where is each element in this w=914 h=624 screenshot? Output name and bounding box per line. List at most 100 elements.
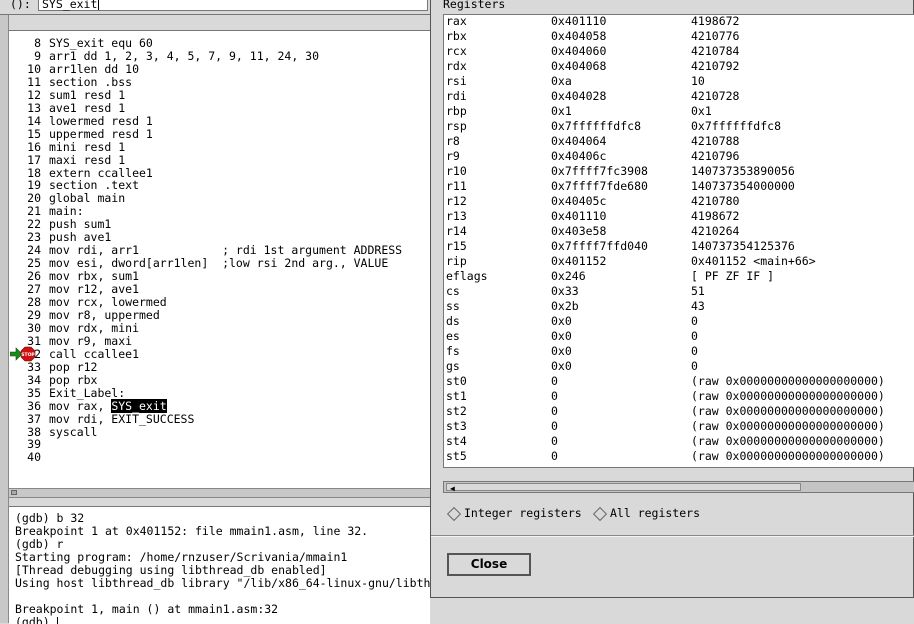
register-row[interactable]: st3 0 (raw 0x00000000000000000000) — [444, 419, 914, 434]
register-natural-value: 4210728 — [691, 89, 740, 103]
register-row[interactable]: rax 0x401110 4198672 — [444, 15, 914, 29]
register-row[interactable]: r11 0x7ffff7fde680 140737354000000 — [444, 179, 914, 194]
register-natural-value: [ PF ZF IF ] — [691, 269, 775, 283]
register-row[interactable]: rsp 0x7ffffffdfc8 0x7ffffffdfc8 — [444, 119, 914, 134]
register-name: ds — [446, 314, 460, 328]
source-code-text: Exit_Label: — [49, 385, 126, 400]
source-line[interactable]: 13 ave1 resd 1 — [9, 101, 125, 115]
register-hex-value: 0 — [551, 404, 558, 418]
register-row[interactable]: st1 0 (raw 0x00000000000000000000) — [444, 389, 914, 404]
register-row[interactable]: st4 0 (raw 0x00000000000000000000) — [444, 434, 914, 449]
register-row[interactable]: st5 0 (raw 0x00000000000000000000) — [444, 449, 914, 464]
gdb-console[interactable]: (gdb) b 32 Breakpoint 1 at 0x401152: file… — [9, 506, 430, 624]
register-hex-value: 0x2b — [551, 299, 579, 313]
source-code-text: SYS_exit equ 60 — [49, 36, 153, 50]
all-registers-label: All registers — [610, 506, 701, 520]
horizontal-scrollbar[interactable]: ◀ — [443, 481, 914, 493]
source-code-pane[interactable]: 8 SYS_exit equ 60 9 arr1 dd 1, 2, 3, 4, 5, … — [9, 30, 430, 489]
register-natural-value: 4210796 — [691, 149, 740, 163]
source-line[interactable]: 15 uppermed resd 1 — [9, 127, 153, 141]
register-row[interactable]: ss 0x2b 43 — [444, 299, 914, 314]
register-hex-value: 0x7ffffffdfc8 — [551, 119, 642, 133]
register-row[interactable]: gs 0x0 0 — [444, 359, 914, 374]
source-line[interactable]: 17 maxi resd 1 — [9, 153, 125, 167]
integer-registers-radio[interactable]: Integer registers — [446, 505, 582, 521]
source-code-text: sum1 resd 1 — [49, 87, 126, 102]
source-line[interactable]: 14 lowermed resd 1 — [9, 114, 153, 128]
argument-input[interactable]: SYS_exit — [38, 0, 428, 11]
register-row[interactable]: r8 0x404064 4210788 — [444, 134, 914, 149]
line-number: 33 — [27, 359, 41, 374]
register-name: rdx — [446, 59, 467, 73]
register-natural-value: 140737353890056 — [691, 164, 795, 178]
register-row[interactable]: r14 0x403e58 4210264 — [444, 224, 914, 239]
register-row[interactable]: rbx 0x404058 4210776 — [444, 29, 914, 44]
register-row[interactable]: r15 0x7ffff7ffd040 140737354125376 — [444, 239, 914, 254]
register-row[interactable]: ds 0x0 0 — [444, 314, 914, 329]
source-code-text: mov r12, ave1 — [49, 282, 140, 297]
register-row[interactable]: r13 0x401110 4198672 — [444, 209, 914, 224]
register-natural-value: 4198672 — [691, 209, 740, 223]
source-line[interactable]: 33 pop r12 — [9, 359, 98, 374]
register-row[interactable]: rbp 0x1 0x1 — [444, 104, 914, 119]
splitter-handle[interactable] — [11, 490, 17, 495]
source-line[interactable]: 37 mov rdi, EXIT_SUCCESS — [9, 412, 194, 426]
register-row[interactable]: es 0x0 0 — [444, 329, 914, 344]
register-natural-value: (raw 0x00000000000000000000) — [691, 404, 885, 418]
register-row[interactable]: rsi 0xa 10 — [444, 74, 914, 89]
source-line[interactable]: 11 section .bss — [9, 75, 132, 89]
source-line[interactable]: 16 mini resd 1 — [9, 140, 125, 154]
source-code-text: pop r12 — [49, 359, 98, 374]
source-code-text: pop rbx — [49, 372, 98, 387]
source-code-text: mov rcx, lowermed — [49, 295, 167, 309]
register-hex-value: 0x0 — [551, 344, 572, 358]
register-name: fs — [446, 344, 460, 358]
register-row[interactable]: st2 0 (raw 0x00000000000000000000) — [444, 404, 914, 419]
source-line[interactable]: 30 mov rdx, mini — [9, 321, 139, 335]
register-row[interactable]: rdx 0x404068 4210792 — [444, 59, 914, 74]
source-line[interactable]: 36 mov rax, SYS_exit — [9, 398, 167, 413]
register-name: st3 — [446, 419, 467, 433]
scrollbar-thumb[interactable]: ◀ — [446, 483, 801, 493]
source-line[interactable]: 38 syscall — [9, 425, 97, 439]
source-line[interactable]: 12 sum1 resd 1 — [9, 87, 126, 102]
register-row[interactable]: fs 0x0 0 — [444, 344, 914, 359]
pane-splitter[interactable] — [9, 488, 430, 498]
register-name: rip — [446, 254, 467, 268]
register-name: r11 — [446, 179, 467, 193]
dialog-separator — [431, 535, 914, 537]
register-name: ss — [446, 299, 460, 313]
source-code-text: arr1 dd 1, 2, 3, 4, 5, 7, 9, 11, 24, 30 — [49, 48, 320, 63]
register-name: eflags — [446, 269, 488, 283]
source-line[interactable]: 35 Exit_Label: — [9, 385, 126, 400]
register-row[interactable]: r12 0x40405c 4210780 — [444, 194, 914, 209]
source-line[interactable]: 29 mov r8, uppermed — [9, 308, 160, 322]
all-registers-radio[interactable]: All registers — [592, 505, 701, 521]
register-row[interactable]: rdi 0x404028 4210728 — [444, 89, 914, 104]
register-row[interactable]: st0 0 (raw 0x00000000000000000000) — [444, 374, 914, 389]
source-line[interactable]: 34 pop rbx — [9, 372, 98, 387]
selected-symbol[interactable]: SYS_exit — [111, 398, 167, 413]
register-natural-value: 0x401152 <main+66> — [691, 254, 816, 268]
source-line[interactable]: 40 — [9, 451, 49, 464]
console-text: Using host libthread_db library "/lib/x8… — [15, 576, 430, 590]
breakpoint-stop-icon[interactable]: STOP — [10, 346, 40, 362]
source-code-text: main: — [49, 204, 84, 219]
line-number: 40 — [27, 450, 41, 465]
register-name: rsi — [446, 74, 467, 88]
register-hex-value: 0x404058 — [551, 29, 607, 43]
register-row[interactable]: r10 0x7ffff7fc3908 140737353890056 — [444, 164, 914, 179]
register-row[interactable]: rcx 0x404060 4210784 — [444, 44, 914, 59]
registers-list[interactable]: rax 0x401110 4198672 rbx 0x404058 4210776 rcx 0… — [443, 14, 914, 468]
register-row[interactable]: eflags 0x246 [ PF ZF IF ] — [444, 269, 914, 284]
register-row[interactable]: cs 0x33 51 — [444, 284, 914, 299]
register-row[interactable]: rip 0x401152 0x401152 <main+66> — [444, 254, 914, 269]
register-name: rsp — [446, 119, 467, 133]
register-name: st4 — [446, 434, 467, 448]
register-row[interactable]: r9 0x40406c 4210796 — [444, 149, 914, 164]
close-button[interactable]: Close — [447, 553, 531, 576]
register-name: r8 — [446, 134, 460, 148]
register-hex-value: 0x403e58 — [551, 224, 607, 238]
source-line[interactable]: 10 arr1len dd 10 — [9, 62, 139, 76]
source-line[interactable]: 9 arr1 dd 1, 2, 3, 4, 5, 7, 9, 11, 24, 30 — [9, 48, 320, 63]
